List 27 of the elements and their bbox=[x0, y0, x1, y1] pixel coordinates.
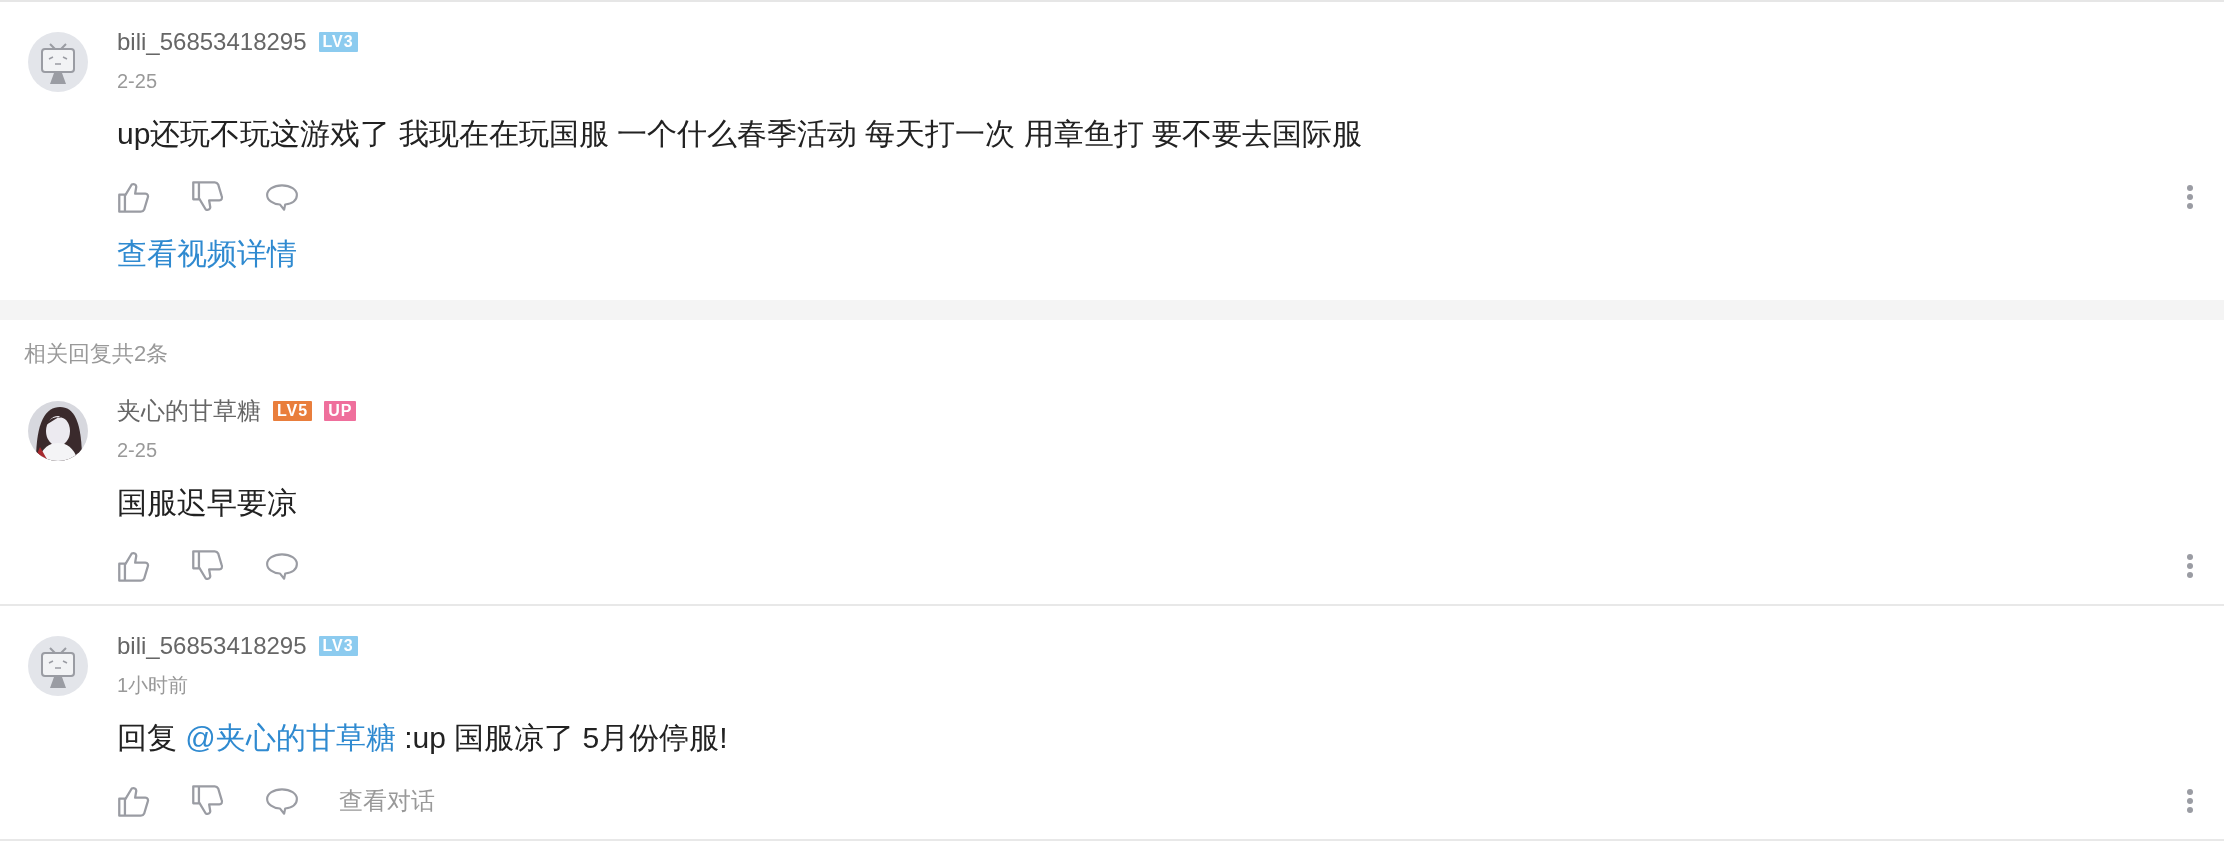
tv-avatar-icon[interactable] bbox=[28, 636, 88, 696]
username[interactable]: 夹心的甘草糖 bbox=[117, 395, 261, 427]
comment-date: 1小时前 bbox=[117, 673, 190, 697]
more-icon[interactable] bbox=[2186, 184, 2194, 210]
comment-text: 国服迟早要凉 bbox=[117, 485, 298, 521]
mention-link[interactable]: @夹心的甘草糖 bbox=[185, 721, 396, 754]
view-video-link[interactable]: 查看视频详情 bbox=[117, 234, 297, 274]
comment-date: 2-25 bbox=[117, 69, 159, 93]
username[interactable]: bili_56853418295 bbox=[117, 28, 307, 56]
thumbs-up-icon[interactable] bbox=[117, 549, 151, 583]
thumbs-down-icon[interactable] bbox=[191, 180, 225, 214]
more-icon[interactable] bbox=[2186, 553, 2194, 579]
comment-text: up还玩不玩这游戏了 我现在在玩国服 一个什么春季活动 每天打一次 用章鱼打 要不要去国际服 bbox=[117, 116, 1364, 152]
more-icon[interactable] bbox=[2186, 788, 2194, 814]
thumbs-down-icon[interactable] bbox=[191, 549, 225, 583]
level-badge: LV3 bbox=[318, 32, 358, 52]
replies-count: 相关回复共2条 bbox=[24, 341, 169, 366]
up-badge: UP bbox=[324, 401, 357, 421]
level-badge: LV5 bbox=[273, 401, 313, 421]
thumbs-down-icon[interactable] bbox=[191, 784, 225, 818]
comment-text: 回复 @夹心的甘草糖 :up 国服凉了 5月份停服! bbox=[117, 720, 729, 756]
tv-avatar-icon[interactable] bbox=[28, 32, 88, 92]
thumbs-up-icon[interactable] bbox=[117, 784, 151, 818]
comment-date: 2-25 bbox=[117, 438, 159, 462]
username[interactable]: bili_56853418295 bbox=[117, 632, 307, 660]
thumbs-up-icon[interactable] bbox=[117, 180, 151, 214]
level-badge: LV3 bbox=[318, 636, 358, 656]
